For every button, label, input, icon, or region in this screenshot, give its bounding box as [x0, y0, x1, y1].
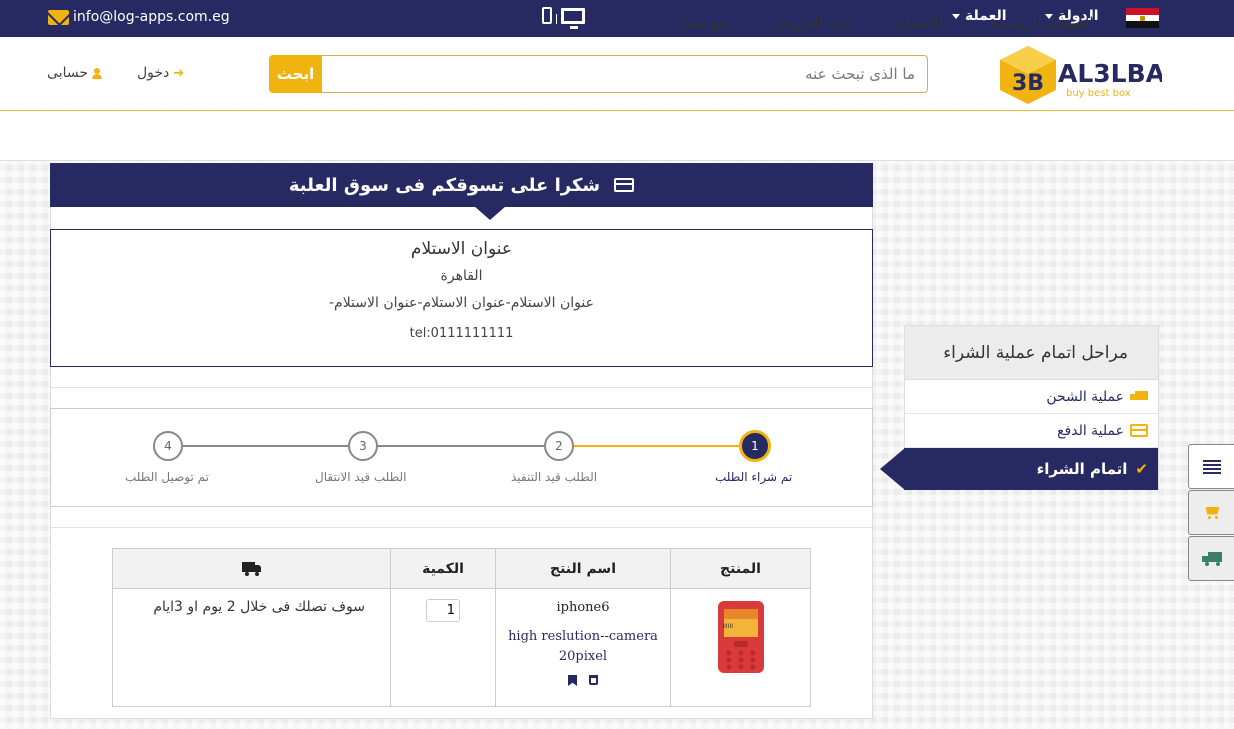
- col-product-name: اسم النتج: [495, 548, 671, 589]
- step-circle-3: 3: [348, 431, 378, 461]
- quantity-cell: [390, 588, 496, 707]
- table-row: IIIIII iphone6 high reslution--camera 20…: [112, 588, 811, 707]
- step-label-3: الطلب قيد الانتقال: [315, 470, 407, 484]
- truck-icon: [1130, 391, 1148, 402]
- delivery-estimate: سوف تصلك فى خلال 2 يوم او 3ايام: [153, 599, 365, 615]
- sidebar-item-complete[interactable]: اتمام الشراء ✔: [904, 448, 1158, 490]
- address-phone: tel:0111111111: [409, 326, 514, 341]
- site-logo[interactable]: 3B AL3LBA buy best box: [998, 44, 1166, 104]
- divider: [51, 527, 872, 528]
- envelope-icon: [48, 9, 69, 25]
- login-link[interactable]: ➔ دخول: [137, 65, 184, 81]
- checkout-steps-title: مراحل اتمام عملية الشراء: [905, 326, 1158, 380]
- email-text: info@log-apps.com.eg: [73, 9, 230, 25]
- truck-icon: [1201, 551, 1222, 566]
- sidebar-item-label: عملية الدفع: [1057, 422, 1124, 439]
- address-city: القاهرة: [440, 268, 483, 284]
- user-icon: [91, 67, 102, 79]
- sidebar-item-label: عملية الشحن: [1046, 388, 1124, 405]
- divider: [51, 387, 872, 388]
- step-circle-1: 1: [739, 430, 771, 462]
- row-actions: [496, 675, 670, 686]
- nav-latest-offers[interactable]: اجدد العروض: [773, 14, 855, 32]
- device-toggle: [542, 7, 585, 29]
- nav-sell-with-us[interactable]: بيع معنا: [681, 14, 727, 32]
- account-label: حسابى: [47, 65, 88, 81]
- product-name-cell: iphone6 high reslution--camera 20pixel: [495, 588, 671, 707]
- delivery-address: عنوان الاستلام القاهرة عنوان الاستلام-عن…: [50, 229, 873, 367]
- cart-button[interactable]: [1188, 490, 1234, 535]
- product-image-cell: IIIIII: [670, 588, 811, 707]
- product-description: high reslution--camera 20pixel: [508, 629, 658, 664]
- step-label-4: تم توصيل الطلب: [125, 470, 209, 484]
- truck-icon: [241, 561, 262, 576]
- sign-in-icon: ➔: [173, 65, 185, 81]
- svg-text:buy best box: buy best box: [1066, 88, 1131, 99]
- caret-down-icon: [952, 13, 960, 19]
- address-title: عنوان الاستلام: [410, 239, 513, 259]
- order-progress: 1 2 3 4 تم شراء الطلب الطلب قيد التنفيذ …: [50, 408, 873, 507]
- divider: [556, 14, 557, 24]
- delivery-cell: سوف تصلك فى خلال 2 يوم او 3ايام: [112, 588, 391, 707]
- cart-table: المنتج اسم النتج الكمية IIIIII iphone6 h…: [112, 548, 811, 707]
- mobile-icon[interactable]: [542, 7, 552, 24]
- col-product: المنتج: [670, 548, 811, 589]
- step-circle-2: 2: [544, 431, 574, 461]
- active-step-pointer: [880, 448, 905, 490]
- product-name[interactable]: iphone6: [496, 600, 670, 615]
- nav-categories[interactable]: الاقسام: [896, 14, 943, 32]
- sidebar-item-shipping[interactable]: عملية الشحن: [905, 380, 1158, 414]
- contact-email[interactable]: info@log-apps.com.eg: [48, 9, 230, 25]
- cart-icon: [1204, 507, 1220, 519]
- credit-card-icon: [1130, 424, 1148, 437]
- step-label-2: الطلب قيد التنفيذ: [511, 470, 598, 484]
- nav-home[interactable]: الصفحة الرئيسية: [990, 14, 1094, 32]
- bookmark-icon[interactable]: [568, 675, 577, 686]
- address-line: عنوان الاستلام-عنوان الاستلام-عنوان الاس…: [328, 295, 594, 311]
- shipping-button[interactable]: [1188, 536, 1234, 581]
- trash-icon[interactable]: [589, 675, 598, 685]
- panel-header: شكرا على تسوقكم فى سوق العلبة: [50, 163, 873, 207]
- table-header-row: المنتج اسم النتج الكمية: [112, 548, 811, 589]
- menu-button[interactable]: [1188, 444, 1234, 489]
- product-image[interactable]: IIIIII: [716, 600, 766, 674]
- step-circle-4: 4: [153, 431, 183, 461]
- sidebar-item-label: اتمام الشراء: [1036, 460, 1128, 478]
- step-label-1: تم شراء الطلب: [715, 470, 793, 484]
- sidebar-item-payment[interactable]: عملية الدفع: [905, 414, 1158, 448]
- search-bar: ابحث: [269, 55, 928, 93]
- search-input[interactable]: [322, 55, 928, 93]
- quantity-input[interactable]: [426, 599, 460, 622]
- login-label: دخول: [137, 65, 170, 81]
- panel-title: شكرا على تسوقكم فى سوق العلبة: [288, 174, 601, 196]
- search-button[interactable]: ابحث: [269, 55, 322, 93]
- account-link[interactable]: حسابى: [47, 65, 102, 81]
- svg-text:AL3LBA: AL3LBA: [1058, 59, 1162, 88]
- progress-fill: [559, 445, 754, 447]
- col-quantity: الكمية: [390, 548, 496, 589]
- svg-text:IIIIII: IIIIII: [722, 623, 733, 630]
- logo-graphic: 3B AL3LBA buy best box: [1000, 46, 1166, 104]
- menu-icon: [1202, 459, 1221, 474]
- check-icon: ✔: [1135, 460, 1148, 478]
- col-delivery: [112, 548, 391, 589]
- desktop-icon[interactable]: [561, 8, 585, 29]
- credit-card-icon: [614, 178, 635, 192]
- main-nav: [0, 112, 1234, 161]
- egypt-flag-icon[interactable]: [1126, 8, 1159, 28]
- svg-text:3B: 3B: [1012, 71, 1044, 96]
- header-pointer: [474, 206, 506, 220]
